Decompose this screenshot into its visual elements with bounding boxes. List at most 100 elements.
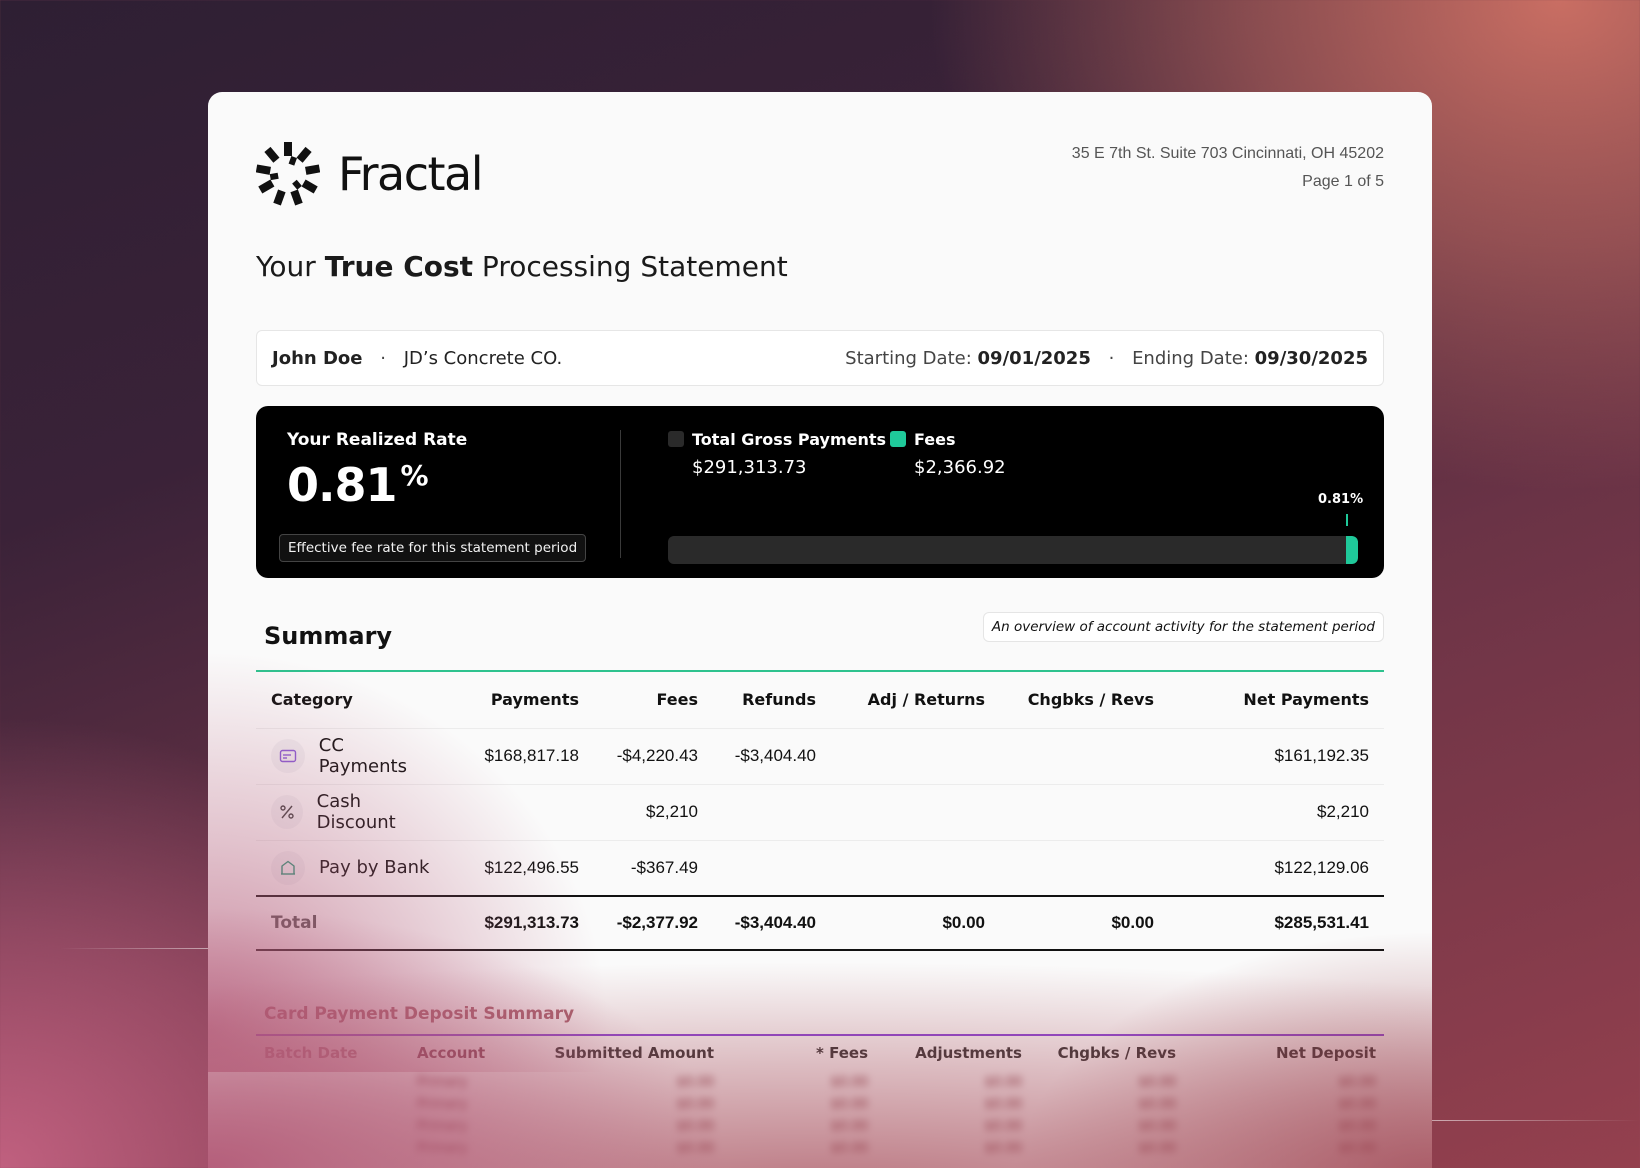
category-cell: Pay by Bank [256,840,452,897]
table-header-row: Category Payments Fees Refunds Adj / Ret… [256,672,1384,729]
fees-cell: $2,210 [594,784,713,841]
chgbks-cell: $0.00 [1138,1119,1176,1134]
statement-header-info: 35 E 7th St. Suite 703 Cincinnati, OH 45… [1072,140,1384,196]
submitted-cell: $0.00 [676,1141,714,1156]
table-row: Pay by Bank $122,496.55 -$367.49 $122,12… [256,840,1384,897]
table-row: Primary $0.00 $0.00 $0.00 $0.00 $0.00 [256,1072,1384,1094]
legend-gross-payments: Total Gross Payments $291,313.73 [668,430,886,478]
column-header: Chgbks / Revs [1000,672,1169,729]
card-deposit-header-row: Batch Date Account Submitted Amount * Fe… [256,1044,1384,1068]
table-row: Primary $0.00 $0.00 $0.00 $0.00 $0.00 [256,1094,1384,1116]
card-divider [620,430,621,558]
refunds-cell [713,784,831,841]
adj-cell [831,784,1000,841]
column-header: Net Deposit [1275,1044,1376,1062]
legend-fees: Fees $2,366.92 [890,430,1006,478]
payments-cell [452,784,594,841]
total-fees: -$2,377.92 [594,895,713,951]
rate-number: 0.81 [287,458,397,512]
rate-unit: % [400,459,429,492]
column-header: Submitted Amount [554,1044,714,1062]
category-label: Cash Discount [316,791,396,833]
credit-card-icon [271,739,305,773]
card-deposit-title: Card Payment Deposit Summary [264,1004,575,1024]
fees-cell: $0.00 [830,1097,868,1112]
category-label: Pay by Bank [319,857,430,879]
realized-rate-value: 0.81% [287,458,429,512]
table-row: Primary $0.00 $0.00 $0.00 $0.00 $0.00 [256,1116,1384,1138]
net-deposit-cell: $0.00 [1338,1075,1376,1090]
fees-cell: -$367.49 [594,840,713,897]
legend-label-gross: Total Gross Payments [692,430,887,449]
net-cell: $122,129.06 [1169,840,1384,897]
column-header: Chgbks / Revs [1057,1044,1176,1062]
total-payments: $291,313.73 [452,895,594,951]
chgbks-cell [1000,728,1169,785]
fee-ratio-bar [668,536,1358,564]
separator: · [1108,347,1115,369]
account-cell: Primary [417,1075,468,1090]
bank-icon [271,850,305,885]
adj-cell [831,728,1000,785]
realized-rate-label: Your Realized Rate [287,430,468,450]
customer-name: John Doe [272,347,363,369]
total-adj: $0.00 [831,895,1000,951]
merchant-address: 35 E 7th St. Suite 703 Cincinnati, OH 45… [1071,145,1384,162]
column-header: Batch Date [264,1044,358,1062]
brand-name: Fractal [338,147,484,201]
table-row: Cash Discount $2,210 $2,210 [256,784,1384,841]
adjustments-cell: $0.00 [984,1119,1022,1134]
card-deposit-rows: Primary $0.00 $0.00 $0.00 $0.00 $0.00 Pr… [256,1072,1384,1160]
chgbks-cell [1000,840,1169,897]
net-deposit-cell: $0.00 [1338,1141,1376,1156]
column-header: Net Payments [1169,672,1384,729]
title-emphasis: True Cost [324,250,474,283]
summary-table: Category Payments Fees Refunds Adj / Ret… [256,672,1384,951]
fee-ratio-fill [1346,536,1358,564]
total-refunds: -$3,404.40 [713,895,831,951]
total-chgbks: $0.00 [1000,895,1169,951]
statement-info-bar: John Doe · JD’s Concrete CO. Starting Da… [256,330,1384,386]
fees-cell: $0.00 [830,1141,868,1156]
net-cell: $2,210 [1169,784,1384,841]
legend-swatch-gross [668,431,684,447]
submitted-cell: $0.00 [676,1075,714,1090]
fractal-logo-icon [256,142,320,206]
adjustments-cell: $0.00 [984,1141,1022,1156]
adjustments-cell: $0.00 [984,1097,1022,1112]
legend-swatch-fees [890,431,906,447]
percent-icon [271,795,303,829]
table-row: Primary $0.00 $0.00 $0.00 $0.00 $0.00 [256,1138,1384,1160]
net-deposit-cell: $0.00 [1338,1097,1376,1112]
total-net: $285,531.41 [1169,895,1384,951]
category-cell: Cash Discount [256,784,452,841]
card-deposit-divider [256,1034,1384,1036]
fee-marker-tick [1346,514,1348,526]
refunds-cell [713,840,831,897]
net-cell: $161,192.35 [1169,728,1384,785]
chgbks-cell: $0.00 [1138,1141,1176,1156]
account-cell: Primary [417,1119,468,1134]
adjustments-cell: $0.00 [984,1075,1022,1090]
column-header: Adj / Returns [831,672,1000,729]
start-date-label: Starting Date: [845,347,972,369]
column-header: * Fees [816,1044,868,1062]
fees-amount: $2,366.92 [914,457,1006,478]
submitted-cell: $0.00 [676,1097,714,1112]
page-indicator: Page 1 of 5 [1302,173,1384,190]
fees-cell: -$4,220.43 [594,728,713,785]
submitted-cell: $0.00 [676,1119,714,1134]
chgbks-cell [1000,784,1169,841]
page-title: Your True Cost Processing Statement [256,250,788,283]
total-label: Total [256,895,452,951]
rate-description-badge: Effective fee rate for this statement pe… [279,534,587,562]
chgbks-cell: $0.00 [1138,1075,1176,1090]
column-header: Account [417,1044,486,1062]
start-date: 09/01/2025 [977,347,1091,369]
brand-logo: Fractal [256,140,484,208]
separator: · [380,347,386,369]
account-cell: Primary [417,1097,468,1112]
column-header: Category [256,672,452,729]
title-prefix: Your [256,250,325,283]
column-header: Fees [594,672,713,729]
